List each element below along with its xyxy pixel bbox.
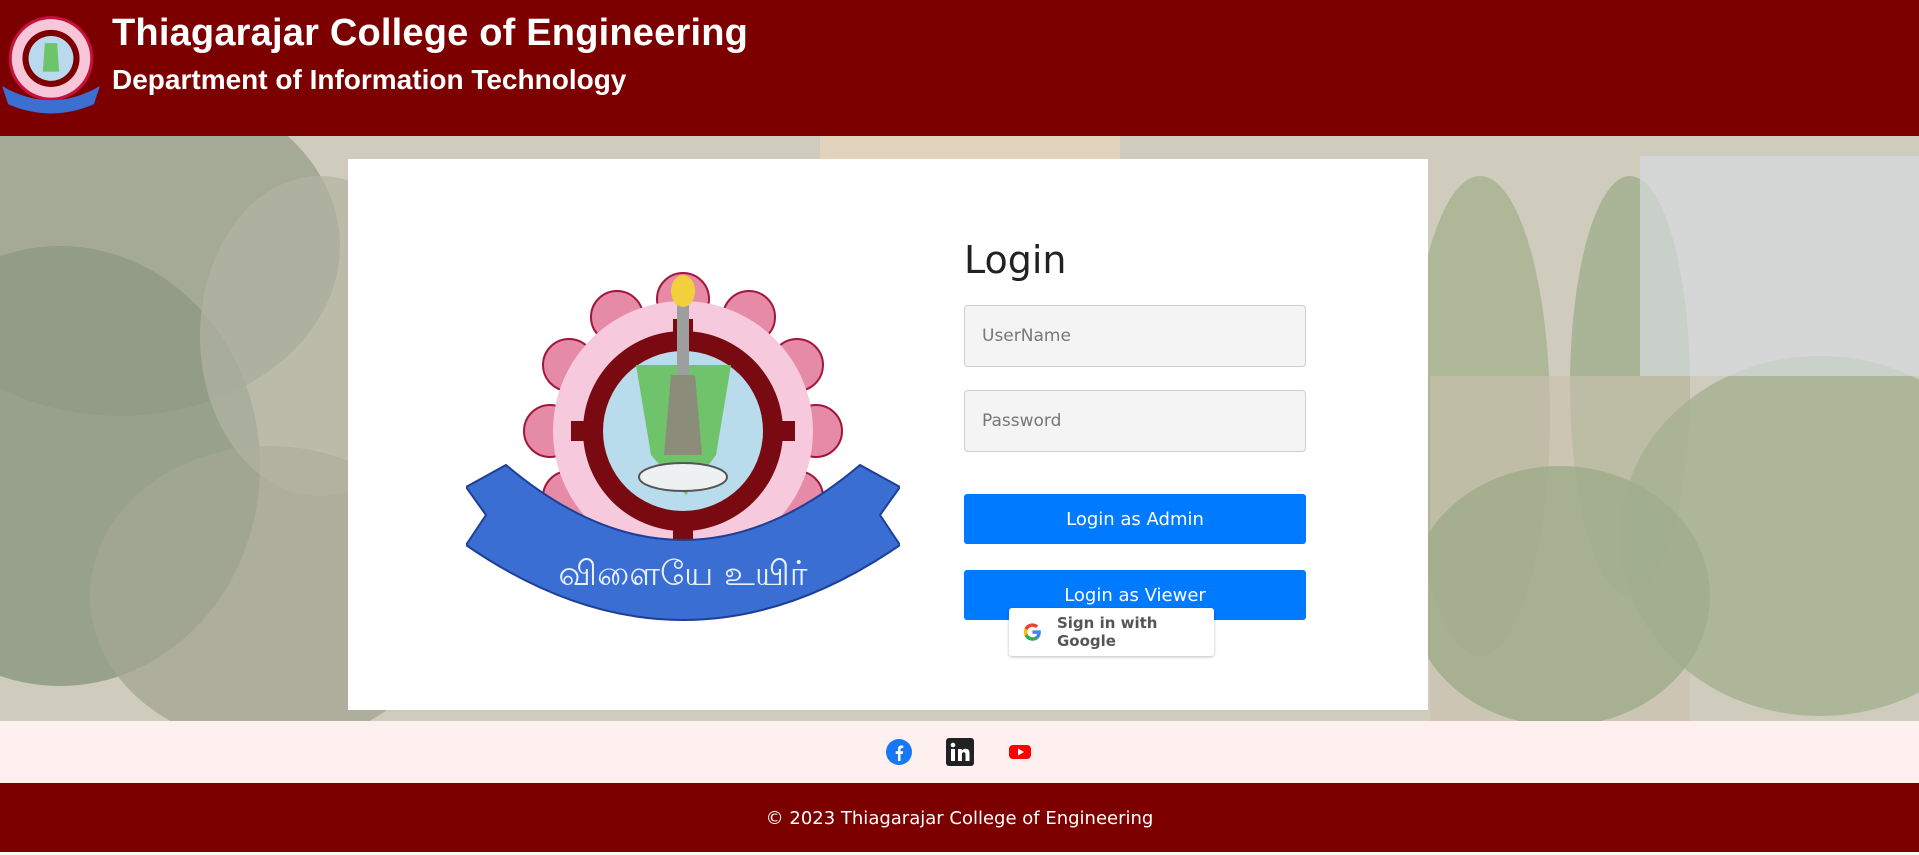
linkedin-icon[interactable] [946,738,974,766]
social-links-bar [0,721,1919,783]
college-emblem-icon [2,16,100,114]
emblem-motto: விளையே உயிர் [558,554,807,594]
login-title: Login [964,238,1067,282]
site-title: Thiagarajar College of Engineering [112,12,749,54]
login-card: விளையே உயிர் Login Login as Admin Login … [348,159,1428,710]
college-emblem-large-icon: விளையே உயிர் [466,272,900,621]
facebook-icon[interactable] [885,738,913,766]
google-sign-in-label: Sign in with Google [1056,614,1158,650]
site-footer: © 2023 Thiagarajar College of Engineerin… [0,783,1919,852]
password-input[interactable] [964,390,1306,452]
copyright-text: © 2023 Thiagarajar College of Engineerin… [765,808,1154,829]
google-icon [1023,623,1041,641]
google-sign-in-button[interactable]: Sign in with Google [1009,608,1214,656]
department-name: Department of Information Technology [112,64,627,95]
username-input[interactable] [964,305,1306,367]
hero-section: விளையே உயிர் Login Login as Admin Login … [0,136,1919,721]
site-header: Thiagarajar College of Engineering Depar… [0,0,1919,136]
youtube-icon[interactable] [1006,738,1034,766]
login-as-admin-button[interactable]: Login as Admin [964,494,1306,544]
